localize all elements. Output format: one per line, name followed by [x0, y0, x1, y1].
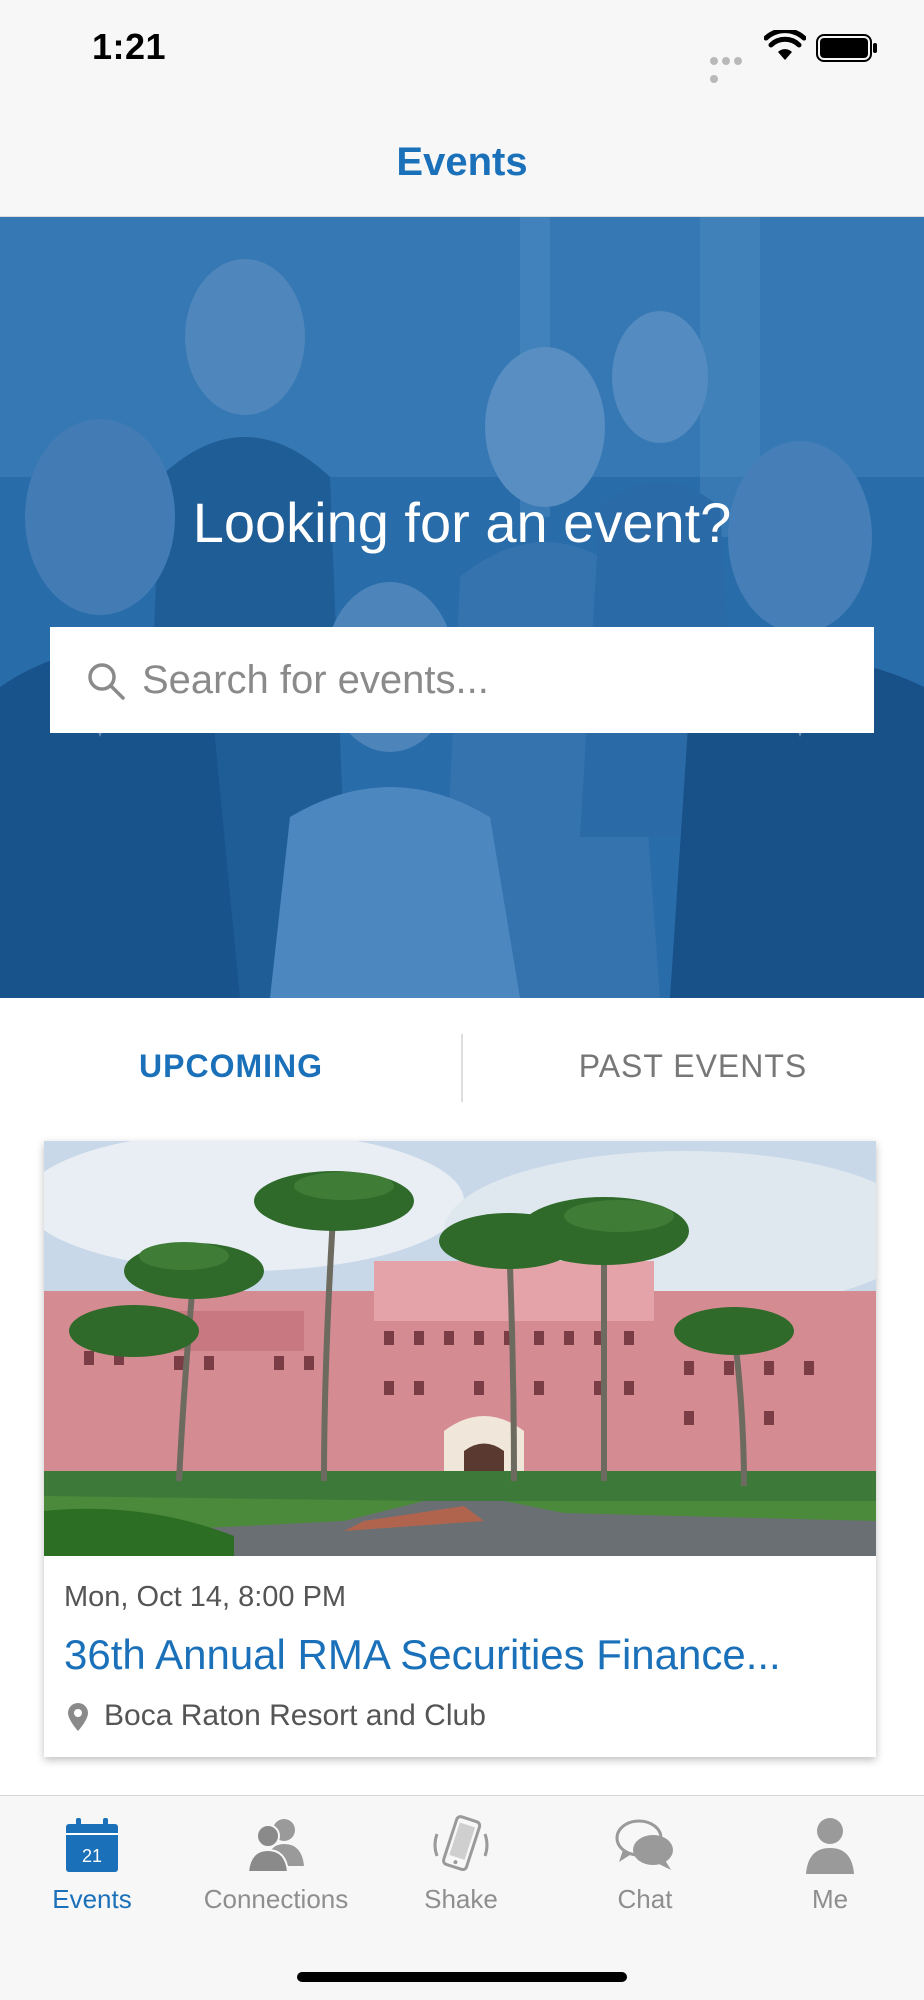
hero-background-image: [0, 217, 924, 998]
status-bar: 1:21: [0, 0, 924, 100]
search-box[interactable]: [50, 627, 874, 733]
tab-bar-label: Chat: [617, 1884, 673, 1914]
hero-banner: Looking for an event?: [0, 217, 924, 998]
tab-bar-shake[interactable]: Shake: [369, 1814, 553, 1924]
tab-bar-label: Shake: [424, 1884, 498, 1914]
chat-bubbles-icon: [615, 1819, 673, 1870]
battery-icon: [816, 34, 877, 62]
tab-past-events[interactable]: PAST EVENTS: [462, 1036, 924, 1096]
home-indicator[interactable]: [297, 1972, 627, 1982]
wifi-icon: [764, 30, 806, 60]
event-location: Boca Raton Resort and Club: [104, 1699, 486, 1732]
tab-bar-chat[interactable]: Chat: [553, 1814, 737, 1924]
tab-bar-label: Me: [811, 1884, 849, 1914]
calendar-day-number: 21: [82, 1846, 102, 1866]
tab-bar-me[interactable]: Me: [738, 1814, 922, 1924]
search-input[interactable]: [142, 647, 842, 713]
shake-phone-icon: [433, 1815, 489, 1872]
event-tabs: UPCOMING PAST EVENTS: [0, 998, 924, 1138]
tab-bar-connections[interactable]: Connections: [184, 1814, 368, 1924]
tab-bar-label: Connections: [203, 1884, 349, 1914]
page-title: Events: [396, 140, 528, 184]
connections-icon: [246, 1819, 304, 1873]
tab-upcoming[interactable]: UPCOMING: [0, 1036, 462, 1096]
search-icon: [88, 663, 125, 700]
person-icon: [806, 1818, 854, 1874]
cellular-signal-icon: [710, 52, 756, 83]
tab-bar-label: Events: [52, 1884, 132, 1914]
hero-heading: Looking for an event?: [192, 491, 732, 554]
location-pin-icon: [68, 1703, 88, 1731]
event-date: Mon, Oct 14, 8:00 PM: [64, 1581, 347, 1613]
status-time: 1:21: [92, 26, 167, 67]
event-title[interactable]: 36th Annual RMA Securities Finance...: [64, 1631, 864, 1679]
event-card[interactable]: Mon, Oct 14, 8:00 PM 36th Annual RMA Sec…: [44, 1141, 876, 1757]
event-image: [44, 1141, 876, 1556]
tab-bar: 21 Events Connections Shake Chat Me: [0, 1795, 924, 2000]
navigation-bar: Events: [0, 100, 924, 217]
calendar-icon: 21: [66, 1818, 118, 1872]
tab-bar-events[interactable]: 21 Events: [0, 1814, 184, 1924]
